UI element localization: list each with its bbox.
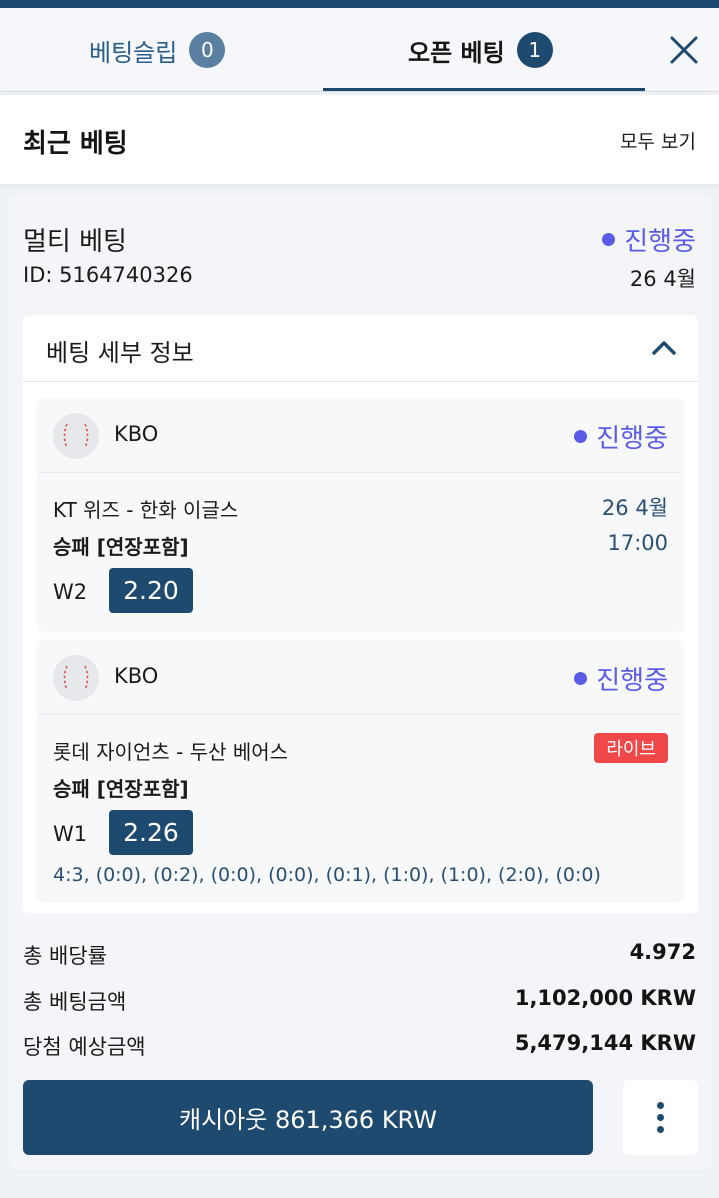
league-name: KBO xyxy=(114,664,159,688)
tab-bar: 베팅슬립 0 오픈 베팅 1 xyxy=(0,8,719,92)
event-header: KBO 진행중 xyxy=(38,398,683,473)
baseball-icon xyxy=(53,413,99,459)
league-name: KBO xyxy=(114,422,159,446)
cashout-button[interactable]: 캐시아웃 861,366 KRW xyxy=(23,1080,593,1155)
status-dot-icon xyxy=(574,672,588,685)
bet-status-label: 진행중 xyxy=(624,227,696,257)
chevron-up-icon[interactable] xyxy=(651,337,677,357)
tab-betslip[interactable]: 베팅슬립 0 xyxy=(89,8,226,92)
view-all-link[interactable]: 모두 보기 xyxy=(620,127,696,154)
event-status-label: 진행중 xyxy=(596,666,668,696)
bet-date: 26 4월 xyxy=(629,267,696,291)
recent-bets-header: 최근 베팅 모두 보기 xyxy=(0,95,719,184)
tab-betslip-count-badge: 0 xyxy=(189,32,226,68)
odds-badge: 2.20 xyxy=(109,568,193,613)
baseball-icon xyxy=(53,655,99,701)
match-date: 26 4월 xyxy=(601,496,668,520)
close-button[interactable] xyxy=(664,30,704,70)
top-accent-bar xyxy=(0,0,719,8)
live-badge: 라이브 xyxy=(594,733,668,763)
more-vertical-icon xyxy=(657,1114,664,1121)
recent-bets-title: 최근 베팅 xyxy=(23,129,128,159)
selection-pick: W1 xyxy=(53,822,88,846)
event-card: KBO 진행중 롯데 자이언츠 - 두산 베어스 라이브 승패 [연장포함] W… xyxy=(38,640,683,900)
more-vertical-icon xyxy=(657,1126,664,1133)
event-header: KBO 진행중 xyxy=(38,640,683,715)
event-status: 진행중 xyxy=(574,418,668,455)
market-name: 승패 [연장포함] xyxy=(53,535,189,559)
bet-details-title: 베팅 세부 정보 xyxy=(46,339,194,367)
status-dot-icon xyxy=(602,233,616,246)
event-card: KBO 진행중 KT 위즈 - 한화 이글스 26 4월 승패 [연장포함] 1… xyxy=(38,398,683,630)
tab-betslip-label: 베팅슬립 xyxy=(89,38,178,67)
total-odds-label: 총 배당률 xyxy=(23,944,107,968)
bet-details-panel: 베팅 세부 정보 KBO 진행중 KT 위즈 - 한화 이글스 26 4월 승패… xyxy=(23,315,698,913)
more-options-button[interactable] xyxy=(623,1080,698,1155)
bet-status: 진행중 xyxy=(602,221,696,258)
potential-win-value: 5,479,144 KRW xyxy=(514,1031,696,1055)
match-teams: KT 위즈 - 한화 이글스 xyxy=(53,498,239,522)
bet-type: 멀티 베팅 xyxy=(23,227,127,257)
close-icon xyxy=(670,36,698,64)
event-status: 진행중 xyxy=(574,660,668,697)
tab-open-bets-count-badge: 1 xyxy=(516,32,553,68)
tab-open-bets-label: 오픈 베팅 xyxy=(408,38,505,67)
tab-open-bets[interactable]: 오픈 베팅 1 xyxy=(408,8,553,92)
odds-badge: 2.26 xyxy=(109,810,193,855)
total-odds-value: 4.972 xyxy=(629,940,696,964)
market-name: 승패 [연장포함] xyxy=(53,777,189,801)
match-time: 17:00 xyxy=(607,531,668,555)
event-status-label: 진행중 xyxy=(596,424,668,454)
live-score: 4:3, (0:0), (0:2), (0:0), (0:0), (0:1), … xyxy=(53,864,601,886)
more-vertical-icon xyxy=(657,1102,664,1109)
active-tab-indicator xyxy=(323,88,645,91)
bet-details-header[interactable]: 베팅 세부 정보 xyxy=(23,315,698,382)
match-teams: 롯데 자이언츠 - 두산 베어스 xyxy=(53,740,289,764)
bet-id: ID: 5164740326 xyxy=(23,263,193,287)
status-dot-icon xyxy=(574,430,588,443)
stake-value: 1,102,000 KRW xyxy=(514,986,696,1010)
selection-pick: W2 xyxy=(53,580,88,604)
potential-win-label: 당첨 예상금액 xyxy=(23,1035,146,1059)
stake-label: 총 베팅금액 xyxy=(23,990,127,1014)
